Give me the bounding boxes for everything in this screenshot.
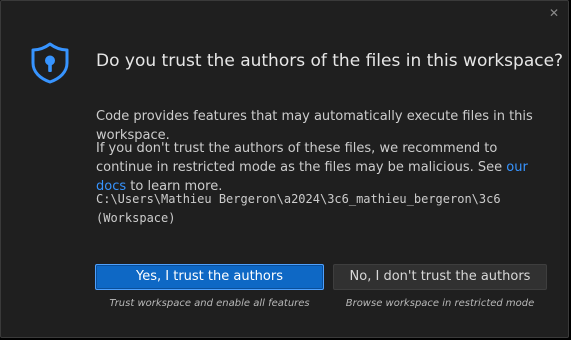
trust-button-caption: Trust workspace and enable all features [109,298,310,309]
workspace-path-line: C:\Users\Mathieu Bergeron\a2024\3c6_math… [96,192,501,206]
dont-trust-authors-button[interactable]: No, I don't trust the authors [333,264,547,290]
workspace-path: C:\Users\Mathieu Bergeron\a2024\3c6_math… [96,190,556,228]
restricted-mode-description: If you don't trust the authors of these … [96,139,551,196]
trust-authors-button[interactable]: Yes, I trust the authors [95,264,324,290]
restricted-mode-text: If you don't trust the authors of these … [96,141,507,175]
close-icon[interactable]: ✕ [546,5,562,21]
shield-lock-icon [31,42,69,84]
workspace-trust-dialog: ✕ Do you trust the authors of the files … [0,0,569,338]
dialog-title: Do you trust the authors of the files in… [96,51,564,71]
workspace-label: (Workspace) [96,211,176,225]
restricted-button-caption: Browse workspace in restricted mode [345,298,535,309]
